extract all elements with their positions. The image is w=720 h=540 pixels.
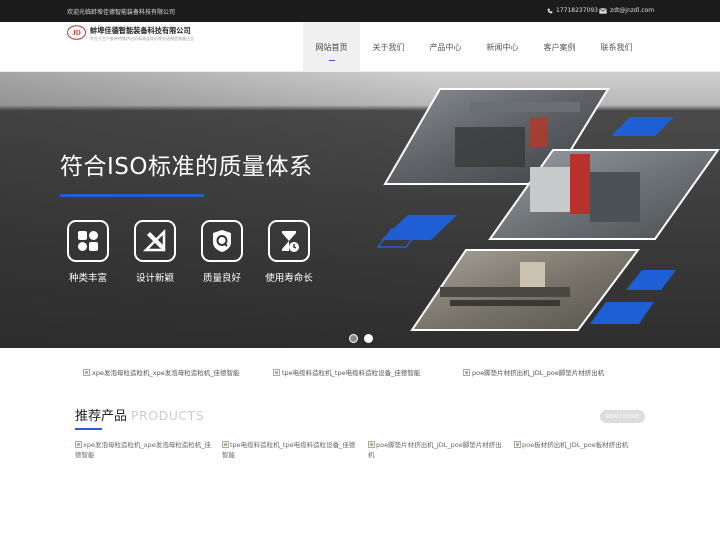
- logo-mark: JD: [67, 25, 86, 40]
- feature-label: 质量良好: [202, 273, 241, 284]
- product-alt-text: poe板材挤出机_JDL_poe板材挤出机: [522, 441, 629, 449]
- section-title-cn: 推荐产品: [75, 409, 128, 424]
- thumbnail-item[interactable]: poe脚垫片材挤出机_JDL_poe脚垫片材挤出机: [463, 367, 604, 377]
- grid-icon: [67, 220, 109, 262]
- nav-contact[interactable]: 联系我们: [588, 22, 645, 72]
- feature-label: 种类丰富: [68, 273, 107, 284]
- feature-durability: 使用寿命长: [265, 220, 313, 284]
- company-name: 蚌埠佳德智能装备科技有限公司: [90, 26, 191, 35]
- hourglass-icon: [268, 220, 310, 262]
- slider-dots: [349, 334, 373, 343]
- broken-image-icon: [463, 368, 470, 376]
- slider-dot-2[interactable]: [364, 334, 373, 343]
- company-slogan: 专业于生产各种特殊挤出机高效混炼机等先进制造装备企业: [90, 36, 194, 41]
- nav-cases[interactable]: 客户案例: [531, 22, 588, 72]
- product-alt-text: tpe电缆料造粒机_tpe电缆料造粒设备_佳德智能: [222, 441, 356, 459]
- thumbnail-item[interactable]: tpe电缆料造粒机_tpe电缆料造粒设备_佳德智能: [273, 367, 420, 377]
- banner-title-underline: [60, 194, 204, 197]
- section-title-underline: [75, 428, 102, 430]
- nav-news[interactable]: 新闻中心: [474, 22, 531, 72]
- feature-design: 设计新颖: [131, 220, 179, 284]
- welcome-text: 欢迎光临蚌埠佳德智能装备科技有限公司: [67, 9, 176, 16]
- nav-home[interactable]: 网站首页: [303, 22, 360, 72]
- phone-contact[interactable]: 17718237093: [547, 7, 598, 14]
- nav-about[interactable]: 关于我们: [360, 22, 417, 72]
- site-header: JD 蚌埠佳德智能装备科技有限公司 专业于生产各种特殊挤出机高效混炼机等先进制造…: [0, 22, 720, 72]
- top-bar: 欢迎光临蚌埠佳德智能装备科技有限公司 17718237093 zdt@jnzdl…: [0, 0, 720, 22]
- product-item[interactable]: xpe发泡母粒造粒机_xpe发泡母粒造粒机_佳德智能: [75, 440, 211, 460]
- mail-icon: [599, 7, 607, 14]
- thumbnail-alt-text: poe脚垫片材挤出机_JDL_poe脚垫片材挤出机: [472, 369, 605, 377]
- product-item[interactable]: tpe电缆料造粒机_tpe电缆料造粒设备_佳德智能: [222, 440, 358, 460]
- quality-badge-icon: [201, 220, 243, 262]
- slider-dot-1[interactable]: [349, 334, 358, 343]
- banner-title: 符合ISO标准的质量体系: [60, 154, 313, 180]
- broken-image-icon: [222, 441, 229, 448]
- logo-mark-text: JD: [72, 29, 81, 37]
- product-item[interactable]: poe板材挤出机_JDL_poe板材挤出机: [514, 440, 650, 450]
- phone-icon: [547, 8, 553, 13]
- broken-image-icon: [83, 368, 90, 376]
- feature-label: 设计新颖: [135, 273, 174, 284]
- read-more-button[interactable]: READ MORE: [600, 410, 645, 423]
- nav-products[interactable]: 产品中心: [417, 22, 474, 72]
- thumbnail-alt-text: tpe电缆料造粒机_tpe电缆料造粒设备_佳德智能: [282, 369, 421, 377]
- feature-quality: 质量良好: [198, 220, 246, 284]
- email-address: zdt@jnzdl.com: [610, 7, 655, 14]
- main-nav: 网站首页 关于我们 产品中心 新闻中心 客户案例 联系我们: [303, 22, 645, 72]
- feature-label: 使用寿命长: [265, 273, 313, 284]
- product-item[interactable]: poe脚垫片材挤出机_JDL_poe脚垫片材挤出机: [368, 440, 504, 460]
- section-title-en: PRODUCTS: [131, 408, 205, 423]
- product-alt-text: poe脚垫片材挤出机_JDL_poe脚垫片材挤出机: [368, 441, 502, 459]
- design-tools-icon: [134, 220, 176, 262]
- thumbnail-item[interactable]: xpe发泡母粒造粒机_xpe发泡母粒造粒机_佳德智能: [83, 367, 239, 377]
- broken-image-icon: [514, 441, 521, 448]
- email-contact[interactable]: zdt@jnzdl.com: [599, 7, 654, 14]
- broken-image-icon: [368, 441, 375, 448]
- broken-image-icon: [75, 441, 82, 448]
- product-alt-text: xpe发泡母粒造粒机_xpe发泡母粒造粒机_佳德智能: [75, 441, 211, 459]
- thumbnail-alt-text: xpe发泡母粒造粒机_xpe发泡母粒造粒机_佳德智能: [92, 369, 240, 377]
- site-logo[interactable]: JD 蚌埠佳德智能装备科技有限公司 专业于生产各种特殊挤出机高效混炼机等先进制造…: [67, 25, 194, 42]
- broken-image-icon: [273, 368, 280, 376]
- section-title: 推荐产品 PRODUCTS: [75, 405, 204, 424]
- phone-number: 17718237093: [556, 7, 598, 14]
- hero-banner: 符合ISO标准的质量体系 种类丰富 设计新颖 质量良好 使用寿命长: [0, 72, 720, 348]
- feature-variety: 种类丰富: [64, 220, 112, 284]
